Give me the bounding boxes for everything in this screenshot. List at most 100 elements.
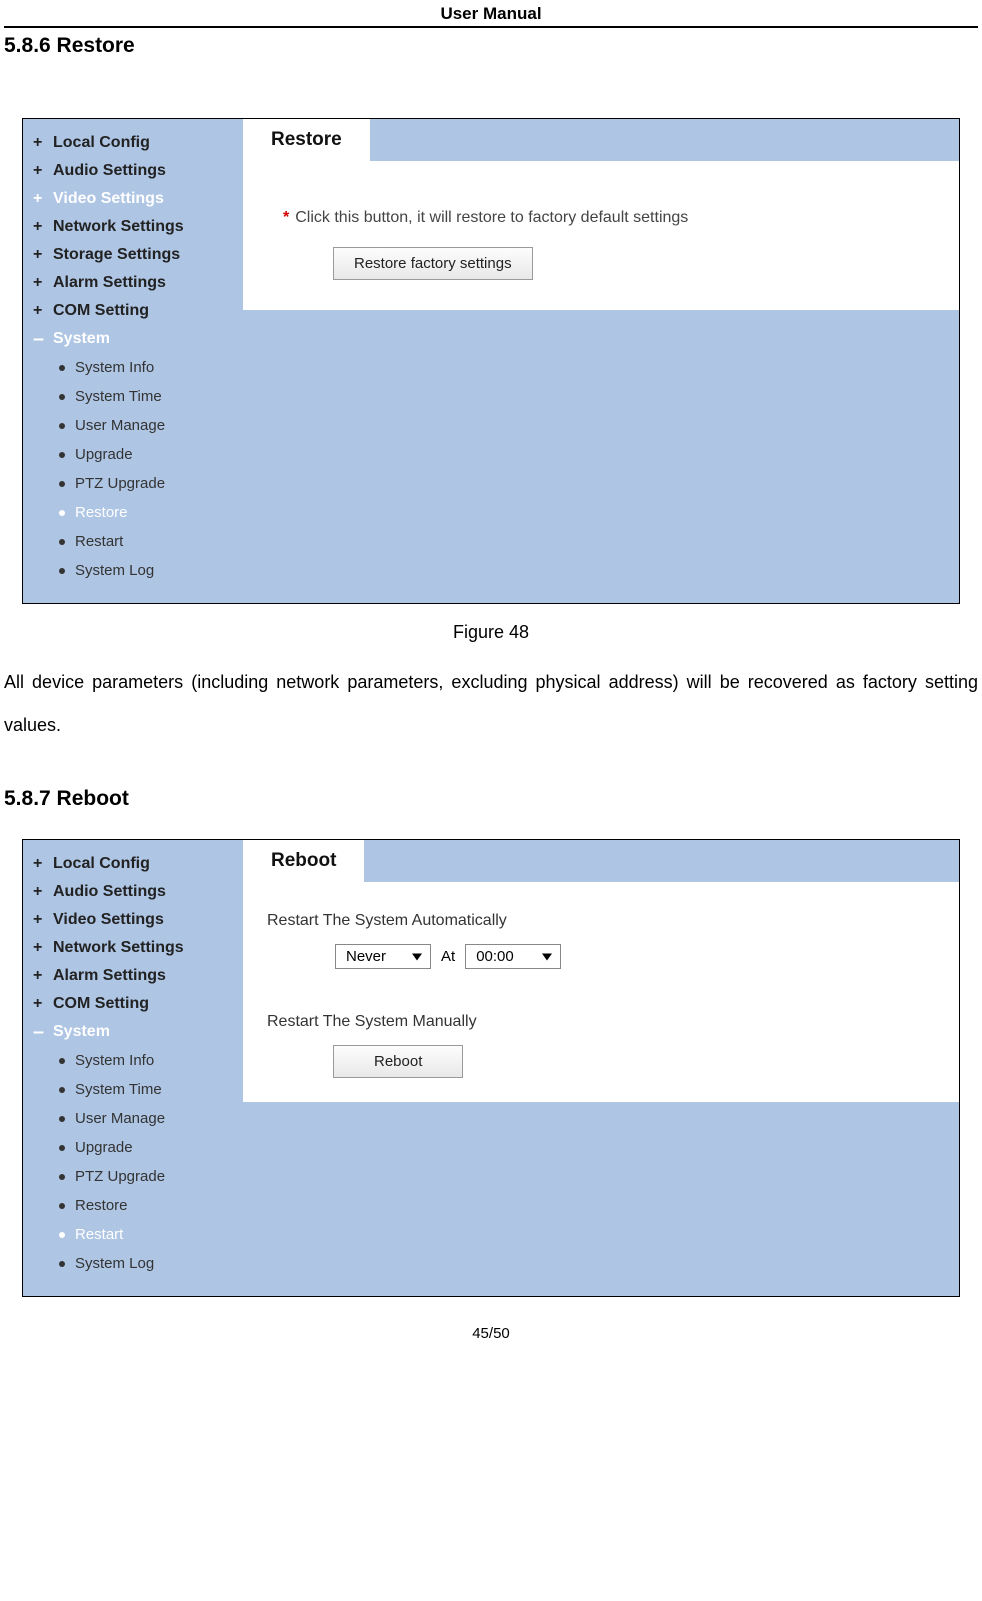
plus-icon: + bbox=[33, 969, 47, 983]
sidebar-item-alarm-settings[interactable]: +Alarm Settings bbox=[31, 962, 237, 990]
bullet-icon bbox=[59, 1145, 65, 1151]
tab-bar: Reboot bbox=[243, 840, 959, 882]
plus-icon: + bbox=[33, 220, 47, 234]
bullet-icon bbox=[59, 481, 65, 487]
header-rule bbox=[4, 26, 978, 28]
bullet-icon bbox=[59, 394, 65, 400]
sidebar-subitem-system-time[interactable]: System Time bbox=[31, 382, 237, 411]
sidebar: +Local Config+Audio Settings+Video Setti… bbox=[23, 840, 243, 1296]
sidebar-subitem-label: User Manage bbox=[75, 417, 165, 434]
sidebar-item-system[interactable]: – System bbox=[31, 1018, 237, 1046]
bullet-icon bbox=[59, 1174, 65, 1180]
sidebar-subitem-ptz-upgrade[interactable]: PTZ Upgrade bbox=[31, 469, 237, 498]
sidebar-subitem-label: Restart bbox=[75, 533, 123, 550]
bullet-icon bbox=[59, 452, 65, 458]
sidebar-subitem-label: System Time bbox=[75, 388, 162, 405]
bullet-icon bbox=[59, 423, 65, 429]
sidebar-item-label: Storage Settings bbox=[53, 246, 180, 264]
sidebar-subitem-label: System Info bbox=[75, 1052, 154, 1069]
screenshot-restore: +Local Config+Audio Settings+Video Setti… bbox=[22, 118, 960, 604]
sidebar-item-label: Network Settings bbox=[53, 218, 184, 236]
sidebar-item-local-config[interactable]: + Local Config bbox=[31, 850, 237, 878]
body-paragraph: All device parameters (including network… bbox=[4, 661, 978, 747]
sidebar-subitem-label: System Info bbox=[75, 359, 154, 376]
sidebar-subitem-system-time[interactable]: System Time bbox=[31, 1075, 237, 1104]
sidebar-item-audio-settings[interactable]: + Audio Settings bbox=[31, 157, 237, 185]
plus-icon: + bbox=[33, 248, 47, 262]
at-label: At bbox=[441, 948, 455, 965]
sidebar-subitem-label: Upgrade bbox=[75, 446, 133, 463]
sidebar-item-video-settings[interactable]: +Video Settings bbox=[31, 185, 237, 213]
sidebar-item-storage-settings[interactable]: + Storage Settings bbox=[31, 241, 237, 269]
sidebar-item-label: Alarm Settings bbox=[53, 274, 166, 292]
bullet-icon bbox=[59, 365, 65, 371]
sidebar-subitem-upgrade[interactable]: Upgrade bbox=[31, 440, 237, 469]
sidebar-item-label: COM Setting bbox=[53, 995, 149, 1013]
sidebar-subitem-restore[interactable]: Restore bbox=[31, 498, 237, 527]
plus-icon: + bbox=[33, 857, 47, 871]
sidebar-subitem-user-manage[interactable]: User Manage bbox=[31, 1104, 237, 1133]
sidebar-subitem-system-info[interactable]: System Info bbox=[31, 353, 237, 382]
plus-icon: + bbox=[33, 192, 47, 206]
sidebar-subitem-user-manage[interactable]: User Manage bbox=[31, 411, 237, 440]
page-number: 45/50 bbox=[0, 1315, 982, 1356]
tab-reboot[interactable]: Reboot bbox=[243, 840, 364, 882]
plus-icon: + bbox=[33, 164, 47, 178]
sidebar-subitem-system-info[interactable]: System Info bbox=[31, 1046, 237, 1075]
doc-header: User Manual bbox=[0, 0, 982, 26]
sidebar-subitem-restore[interactable]: Restore bbox=[31, 1191, 237, 1220]
sidebar-subitem-label: Restore bbox=[75, 1197, 128, 1214]
reboot-button[interactable]: Reboot bbox=[333, 1045, 463, 1078]
sidebar-subitem-label: Restart bbox=[75, 1226, 123, 1243]
sidebar-item-local-config[interactable]: +Local Config bbox=[31, 129, 237, 157]
plus-icon: + bbox=[33, 913, 47, 927]
sidebar-item-label: System bbox=[53, 1023, 110, 1041]
plus-icon: + bbox=[33, 304, 47, 318]
figure-caption: Figure 48 bbox=[0, 622, 982, 643]
sidebar-item-alarm-settings[interactable]: + Alarm Settings bbox=[31, 269, 237, 297]
sidebar-subitem-restart[interactable]: Restart bbox=[31, 527, 237, 556]
sidebar-item-label: System bbox=[53, 330, 110, 348]
bullet-icon bbox=[59, 1203, 65, 1209]
sidebar-item-label: Local Config bbox=[53, 134, 150, 152]
sidebar-item-network-settings[interactable]: +Network Settings bbox=[31, 934, 237, 962]
plus-icon: + bbox=[33, 941, 47, 955]
section-heading-reboot: 5.8.7 Reboot bbox=[4, 787, 978, 811]
sidebar-subitem-label: Upgrade bbox=[75, 1139, 133, 1156]
sidebar: +Local Config+Audio Settings+Video Setti… bbox=[23, 119, 243, 603]
restore-hint: *Click this button, it will restore to f… bbox=[243, 161, 959, 247]
section-heading-restore: 5.8.6 Restore bbox=[4, 34, 978, 58]
auto-restart-label: Restart The System Automatically bbox=[243, 882, 959, 944]
time-dropdown[interactable]: 00:00 bbox=[465, 944, 561, 969]
sidebar-subitem-upgrade[interactable]: Upgrade bbox=[31, 1133, 237, 1162]
sidebar-subitem-label: System Log bbox=[75, 562, 154, 579]
sidebar-item-label: Local Config bbox=[53, 855, 150, 873]
sidebar-subitem-system-log[interactable]: System Log bbox=[31, 556, 237, 585]
sidebar-item-label: Audio Settings bbox=[53, 162, 166, 180]
sidebar-item-label: Audio Settings bbox=[53, 883, 166, 901]
content-panel: Reboot Restart The System Automatically … bbox=[243, 840, 959, 1296]
sidebar-item-audio-settings[interactable]: +Audio Settings bbox=[31, 878, 237, 906]
sidebar-item-label: COM Setting bbox=[53, 302, 149, 320]
frequency-dropdown[interactable]: Never bbox=[335, 944, 431, 969]
sidebar-item-system[interactable]: – System bbox=[31, 325, 237, 353]
tab-restore[interactable]: Restore bbox=[243, 119, 370, 161]
sidebar-subitem-label: Restore bbox=[75, 504, 128, 521]
sidebar-subitem-label: System Log bbox=[75, 1255, 154, 1272]
bullet-icon bbox=[59, 1232, 65, 1238]
bullet-icon bbox=[59, 568, 65, 574]
sidebar-subitem-system-log[interactable]: System Log bbox=[31, 1249, 237, 1278]
minus-icon: – bbox=[33, 334, 47, 344]
sidebar-item-video-settings[interactable]: +Video Settings bbox=[31, 906, 237, 934]
sidebar-item-network-settings[interactable]: + Network Settings bbox=[31, 213, 237, 241]
minus-icon: – bbox=[33, 1027, 47, 1037]
sidebar-subitem-label: User Manage bbox=[75, 1110, 165, 1127]
sidebar-subitem-restart[interactable]: Restart bbox=[31, 1220, 237, 1249]
plus-icon: + bbox=[33, 276, 47, 290]
screenshot-reboot: +Local Config+Audio Settings+Video Setti… bbox=[22, 839, 960, 1297]
sidebar-subitem-ptz-upgrade[interactable]: PTZ Upgrade bbox=[31, 1162, 237, 1191]
sidebar-item-com-setting[interactable]: +COM Setting bbox=[31, 990, 237, 1018]
restore-factory-button[interactable]: Restore factory settings bbox=[333, 247, 533, 280]
sidebar-subitem-label: PTZ Upgrade bbox=[75, 475, 165, 492]
sidebar-item-com-setting[interactable]: + COM Setting bbox=[31, 297, 237, 325]
